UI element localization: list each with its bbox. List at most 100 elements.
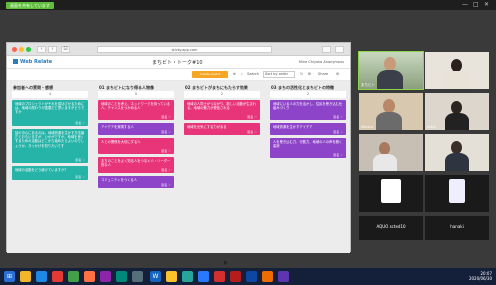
- column-count: 2: [270, 91, 346, 98]
- minimize-icon[interactable]: —: [462, 1, 468, 9]
- settings-icon[interactable]: ⚙: [336, 72, 339, 77]
- note-meta[interactable]: 匿名 ♡: [161, 183, 171, 187]
- tabs-icon[interactable]: [335, 46, 344, 53]
- note-meta[interactable]: 匿名 ♡: [247, 115, 257, 119]
- logo-text: Web Relate: [20, 59, 53, 65]
- note-text: まちのことをよく知る人をつなぐ人・リーダー的な人: [101, 159, 171, 168]
- close-dot-icon[interactable]: [12, 47, 17, 52]
- participant-tile[interactable]: [425, 175, 489, 212]
- sticky-note[interactable]: 地域にいる人の力を活かし、住民を巻き込む仕組みづくり 匿名 ♡: [270, 100, 346, 120]
- sticky-note[interactable]: コミュニティをつくる人匿名 ♡: [98, 176, 174, 188]
- app-icon[interactable]: [230, 271, 241, 282]
- sticky-note[interactable]: 地域を元気にする力がある 匿名 ♡: [184, 123, 260, 135]
- sticky-note[interactable]: 話の中心にあるのは、地域資源を生かす方法論だとおもいますが、いかがですか。地域を…: [12, 129, 88, 163]
- column-title: 03 まちの活性化とまちビトの特徴: [271, 85, 334, 90]
- app-icon[interactable]: [132, 271, 143, 282]
- screen-share-tag[interactable]: 画面を共有しています: [6, 2, 54, 9]
- photoshop-icon[interactable]: [246, 271, 257, 282]
- url-bar[interactable]: sticky.app.com: [97, 46, 272, 53]
- zoom-icon[interactable]: ⊕: [233, 72, 236, 77]
- participant-tile[interactable]: まちビト: [358, 51, 424, 90]
- start-icon[interactable]: ⊞: [4, 271, 15, 282]
- note-text: 人を巻き込む力、行動力、地域の人の声を聞く姿勢: [273, 140, 343, 149]
- search-icon[interactable]: ⌕: [241, 72, 243, 77]
- app-icon[interactable]: [262, 271, 273, 282]
- note-meta[interactable]: 匿名 ♡: [161, 130, 171, 134]
- share-label[interactable]: Share: [318, 72, 328, 77]
- note-text: 地域資源を生かすアイデア: [273, 125, 313, 129]
- edge-icon[interactable]: [36, 271, 47, 282]
- app-icon[interactable]: [182, 271, 193, 282]
- clock-date[interactable]: 2020/06/30: [469, 276, 492, 281]
- user-info[interactable]: Mine Chiyoko Anonymous: [299, 60, 344, 64]
- minimize-dot-icon[interactable]: [19, 47, 24, 52]
- note-meta[interactable]: 匿名 ♡: [75, 158, 85, 162]
- mouse-cursor-icon: [222, 259, 228, 265]
- note-meta[interactable]: 匿名 ♡: [75, 121, 85, 125]
- sticky-note[interactable]: まちのことをよく知る人をつなぐ人・リーダー的な人 匿名 ♡: [98, 157, 174, 173]
- sticky-note[interactable]: 地域資源を生かすアイデア匿名 ♡: [270, 123, 346, 135]
- avatar-image: [449, 179, 465, 203]
- word-icon[interactable]: W: [150, 271, 161, 282]
- share-page-icon[interactable]: [322, 46, 331, 53]
- shared-screen: ‹ › ⊡ sticky.app.com Web Relate まちビト・トーク…: [0, 10, 496, 268]
- app-icon[interactable]: [100, 271, 111, 282]
- app-header: Web Relate まちビト・トーク#10 Mine Chiyoko Anon…: [7, 56, 350, 69]
- app-logo[interactable]: Web Relate: [13, 59, 52, 65]
- forward-icon[interactable]: ›: [48, 46, 57, 53]
- close-icon[interactable]: ✕: [484, 1, 489, 9]
- acrobat-icon[interactable]: [214, 271, 225, 282]
- participant-tile[interactable]: [425, 134, 489, 171]
- participant-display-name: hanaki: [450, 224, 464, 229]
- app-icon[interactable]: [278, 271, 289, 282]
- back-icon[interactable]: ‹: [37, 46, 46, 53]
- sticky-note[interactable]: 地域のプロジェクトがそれを成功させるためには、地域の関わりが重要だと思いますがど…: [12, 100, 88, 126]
- zoom-dot-icon[interactable]: [26, 47, 31, 52]
- note-meta[interactable]: 匿名 ♡: [161, 168, 171, 172]
- sort-label: Sort by order: [265, 72, 289, 76]
- column-title: 参加者への質問・感想: [13, 85, 53, 90]
- refresh-icon[interactable]: ↻: [300, 72, 303, 77]
- column-effects: 02 まちビトがまちにもたらす効果 2 地域の人同士がつながり、新しい活動が生ま…: [182, 84, 262, 249]
- zoom-icon[interactable]: [198, 271, 209, 282]
- participant-tile[interactable]: mika: [425, 93, 489, 130]
- grid-icon[interactable]: ⊞: [308, 72, 311, 77]
- participant-tile[interactable]: [359, 175, 423, 212]
- explorer-icon[interactable]: [20, 271, 31, 282]
- participant-tile[interactable]: [425, 52, 489, 89]
- person-head: [383, 99, 395, 113]
- sticky-note[interactable]: 地域の活動をどう続けていますか？ 匿名 ♡: [12, 166, 88, 180]
- maximize-icon[interactable]: □: [473, 1, 479, 9]
- note-meta[interactable]: 匿名 ♡: [333, 153, 343, 157]
- participant-tile[interactable]: Minoru: [359, 93, 423, 130]
- note-meta[interactable]: 匿名 ♡: [333, 115, 343, 119]
- app-icon[interactable]: [68, 271, 79, 282]
- sticky-note[interactable]: 地域の人同士がつながり、新しい活動が生まれる。地域の魅力が発信される 匿名 ♡: [184, 100, 260, 120]
- sidebar-icon[interactable]: ⊡: [61, 46, 70, 53]
- participant-tile[interactable]: hanaki: [425, 216, 489, 240]
- participant-name: Minoru: [361, 125, 374, 129]
- note-text: コミュニティをつくる人: [101, 178, 138, 182]
- person-body: [445, 113, 469, 130]
- app-icon[interactable]: [84, 271, 95, 282]
- sticky-note[interactable]: 人を巻き込む力、行動力、地域の人の声を聞く姿勢匿名 ♡: [270, 138, 346, 158]
- note-meta[interactable]: 匿名 ♡: [333, 130, 343, 134]
- sticky-note[interactable]: アイデアを実現する人 匿名 ♡: [98, 123, 174, 135]
- note-meta[interactable]: 匿名 ♡: [75, 175, 85, 179]
- sticky-note[interactable]: 地域のことを考え、ネットワークを持っている人、チャンスをつかめる人 匿名 ♡: [98, 100, 174, 120]
- app-icon[interactable]: [52, 271, 63, 282]
- sticky-note[interactable]: 人との関係を大切にする人 匿名 ♡: [98, 138, 174, 154]
- participant-tile[interactable]: [359, 134, 423, 171]
- participant-tile[interactable]: AQUO scted10: [359, 216, 423, 240]
- note-meta[interactable]: 匿名 ♡: [247, 130, 257, 134]
- app-icon[interactable]: [166, 271, 177, 282]
- note-meta[interactable]: 匿名 ♡: [161, 149, 171, 153]
- desktop: 画面を共有しています — □ ✕ ‹ › ⊡ sticky.app.com We…: [0, 0, 496, 285]
- browser-window: ‹ › ⊡ sticky.app.com Web Relate まちビト・トーク…: [6, 42, 351, 265]
- create-post-it-button[interactable]: Create post-it: [192, 71, 228, 78]
- app-icon[interactable]: [116, 271, 127, 282]
- note-text: 地域の活動をどう続けていますか？: [15, 168, 68, 172]
- search-label[interactable]: Search: [247, 72, 259, 77]
- note-meta[interactable]: 匿名 ♡: [161, 115, 171, 119]
- column-people: 01 まちビトになり得る人物像 5 地域のことを考え、ネットワークを持っている人…: [96, 84, 176, 249]
